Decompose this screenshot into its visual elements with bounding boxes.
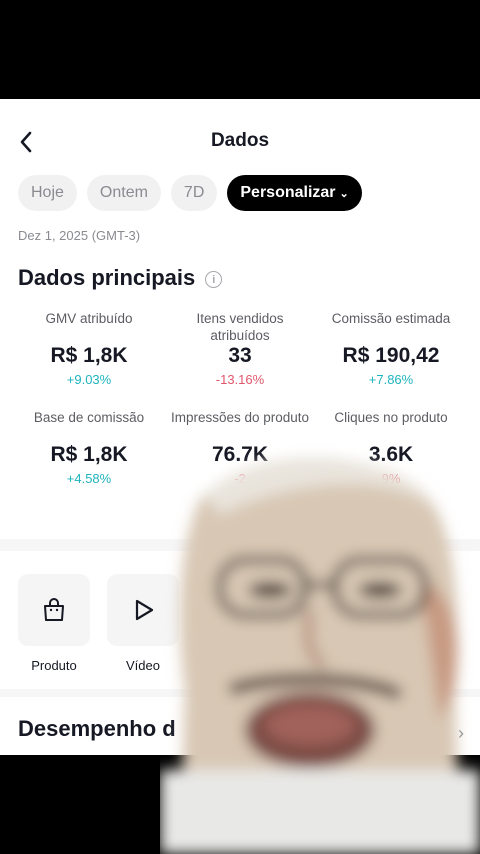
- metric-label: GMV atribuído: [45, 311, 133, 326]
- section-divider: [0, 689, 480, 697]
- metric-card[interactable]: Itens vendidos atribuídos 33 -13.16%: [165, 310, 315, 387]
- info-icon[interactable]: i: [205, 271, 223, 288]
- section-title-main-data: Dados principais i: [18, 265, 223, 291]
- metric-change: +7.86%: [368, 372, 414, 387]
- section-title-text: Dados principais: [18, 265, 196, 290]
- metric-change: -2: [234, 471, 246, 486]
- tool-video[interactable]: Vídeo: [107, 574, 179, 673]
- metric-label: Base de comissão: [33, 410, 145, 425]
- date-range-label: Dez 1, 2025 (GMT-3): [18, 228, 141, 243]
- chevron-down-icon: ⌄: [339, 187, 349, 200]
- app-screen: Dados Hoje Ontem 7D Personalizar ⌄ Dez 1…: [0, 99, 480, 755]
- metric-label: Impressões do produto: [170, 410, 310, 425]
- tool-produto[interactable]: Produto: [18, 574, 90, 673]
- filter-chip-label: Personalizar: [240, 184, 336, 201]
- shopping-bag-icon: [44, 598, 64, 621]
- metric-value: R$ 1,8K: [50, 443, 128, 466]
- section-title-performance: Desempenho d: [18, 716, 176, 741]
- metric-change: +9.03%: [66, 372, 112, 387]
- tool-icon-box: [107, 574, 179, 646]
- metric-value: 76.7K: [211, 443, 269, 466]
- header: Dados: [0, 99, 480, 185]
- metric-label: Itens vendidos atribuídos: [196, 311, 284, 343]
- metric-label: Comissão estimada: [331, 311, 451, 326]
- filter-chip-7d[interactable]: 7D: [170, 175, 218, 211]
- metric-change: -13.16%: [215, 372, 265, 387]
- metric-card[interactable]: GMV atribuído R$ 1,8K +9.03%: [14, 310, 164, 387]
- filter-chip-ontem[interactable]: Ontem: [86, 175, 161, 211]
- metric-card[interactable]: Base de comissão R$ 1,8K +4.58%: [14, 409, 164, 486]
- bottom-black-bar: [0, 755, 480, 854]
- metric-card[interactable]: Comissão estimada R$ 190,42 +7.86%: [316, 310, 466, 387]
- play-icon: [135, 599, 154, 621]
- tool-label: Produto: [31, 658, 77, 673]
- tool-label: Vídeo: [126, 658, 160, 673]
- date-filter-chips: Hoje Ontem 7D Personalizar ⌄: [18, 175, 362, 211]
- chevron-right-icon[interactable]: ›: [458, 723, 464, 744]
- metric-card[interactable]: Impressões do produto 76.7K -2: [165, 409, 315, 486]
- metric-change: 9%: [381, 471, 401, 486]
- metric-change: +4.58%: [66, 471, 112, 486]
- metric-value: 3.6K: [368, 443, 414, 466]
- tool-shortcuts: Produto Vídeo: [18, 574, 179, 673]
- section-divider: [0, 539, 480, 551]
- metric-value: 33: [228, 344, 252, 367]
- metric-value: R$ 190,42: [342, 344, 440, 367]
- metric-card[interactable]: Cliques no produto 3.6K 9%: [316, 409, 466, 486]
- top-black-bar: [0, 0, 480, 99]
- metric-label: Cliques no produto: [334, 410, 448, 425]
- filter-chip-personalizar[interactable]: Personalizar ⌄: [227, 175, 362, 211]
- metric-value: R$ 1,8K: [50, 344, 128, 367]
- filter-chip-hoje[interactable]: Hoje: [18, 175, 77, 211]
- page-title: Dados: [210, 130, 270, 151]
- tool-icon-box: [18, 574, 90, 646]
